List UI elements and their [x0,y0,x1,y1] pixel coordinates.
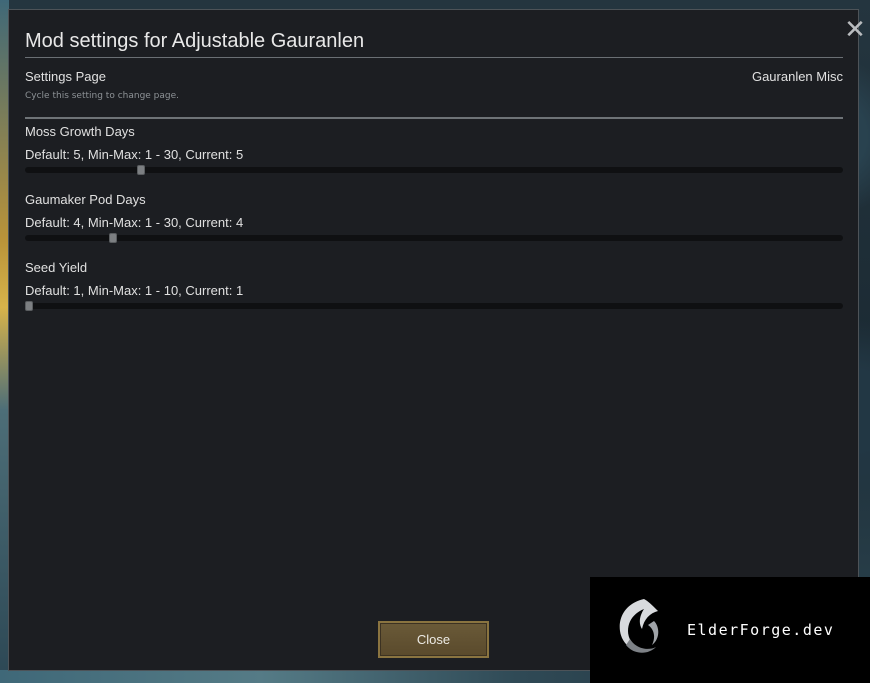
moss-growth-days-slider[interactable] [25,165,843,175]
slider-thumb[interactable] [108,233,117,243]
settings-page-selector[interactable]: Settings Page Gauranlen Misc Cycle this … [25,66,843,112]
title-divider [25,57,843,58]
watermark-overlay: ElderForge.dev [590,577,870,683]
setting-description: Default: 4, Min-Max: 1 - 30, Current: 4 [25,215,244,230]
setting-name: Seed Yield [25,260,88,275]
setting-moss-growth-days: Moss Growth Days Default: 5, Min-Max: 1 … [25,124,843,184]
settings-page-label: Settings Page [25,69,106,84]
setting-name: Gaumaker Pod Days [25,192,146,207]
section-divider [25,117,843,119]
setting-seed-yield: Seed Yield Default: 1, Min-Max: 1 - 10, … [25,260,843,320]
setting-gaumaker-pod-days: Gaumaker Pod Days Default: 4, Min-Max: 1… [25,192,843,252]
setting-description: Default: 5, Min-Max: 1 - 30, Current: 5 [25,147,244,162]
close-x-icon[interactable]: ✕ [843,17,867,43]
settings-page-value[interactable]: Gauranlen Misc [752,69,843,84]
seed-yield-slider[interactable] [25,301,843,311]
setting-description: Default: 1, Min-Max: 1 - 10, Current: 1 [25,283,244,298]
setting-name: Moss Growth Days [25,124,135,139]
dialog-title: Mod settings for Adjustable Gauranlen [25,30,365,52]
watermark-text: ElderForge.dev [687,621,835,639]
slider-thumb[interactable] [136,165,145,175]
mod-settings-dialog: ✕ Mod settings for Adjustable Gauranlen … [8,9,866,671]
close-button[interactable]: Close [378,621,489,658]
settings-page-hint: Cycle this setting to change page. [25,91,180,101]
dragon-swirl-logo [619,599,659,653]
slider-thumb[interactable] [25,301,33,311]
gaumaker-pod-days-slider[interactable] [25,233,843,243]
